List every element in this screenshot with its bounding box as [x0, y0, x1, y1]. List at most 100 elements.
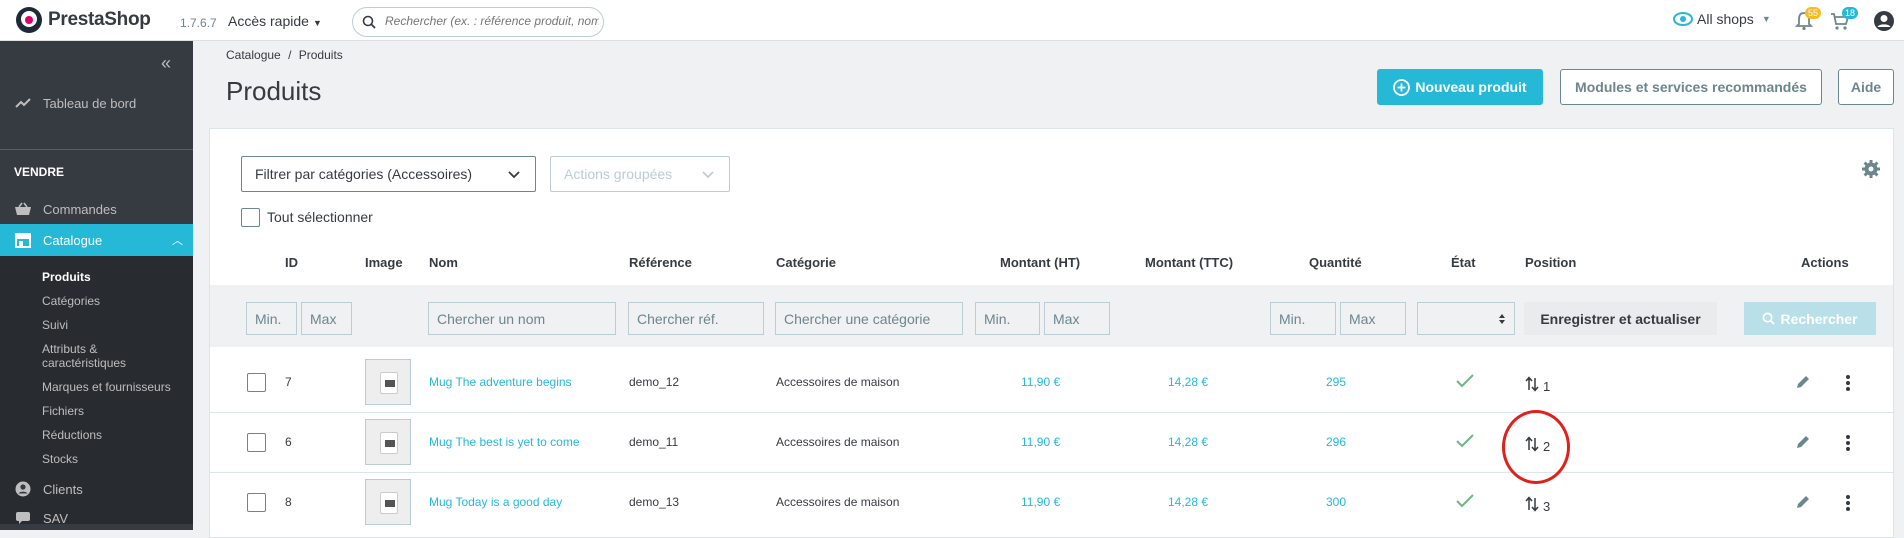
- chevron-down-icon: [508, 171, 520, 179]
- header-search[interactable]: [352, 7, 604, 37]
- product-name-link[interactable]: Mug The adventure begins: [429, 375, 572, 389]
- new-product-button[interactable]: Nouveau produit: [1377, 69, 1543, 105]
- bulk-actions-dropdown[interactable]: Actions groupées: [550, 156, 730, 192]
- column-header-price-ht[interactable]: Montant (HT): [1000, 255, 1080, 270]
- submenu-item-stocks[interactable]: Stocks: [42, 452, 78, 466]
- orders-count-badge: 55: [1805, 7, 1822, 19]
- position-value: 1: [1543, 379, 1551, 394]
- check-icon[interactable]: [1455, 493, 1475, 509]
- search-input[interactable]: [385, 14, 599, 28]
- column-header-category[interactable]: Catégorie: [776, 255, 836, 270]
- column-header-name[interactable]: Nom: [429, 255, 458, 270]
- edit-pencil-icon[interactable]: [1795, 494, 1811, 510]
- submenu-item-discounts[interactable]: Réductions: [42, 428, 102, 442]
- price-min-input[interactable]: Min.: [975, 302, 1040, 335]
- submenu-item-files[interactable]: Fichiers: [42, 404, 84, 418]
- submenu-item-products[interactable]: Produits: [42, 270, 91, 284]
- row-checkbox[interactable]: [247, 373, 266, 392]
- filter-row: Min. Max Chercher un nom Chercher réf. C…: [210, 285, 1893, 347]
- bulk-actions-label: Actions groupées: [564, 166, 673, 182]
- column-header-reference[interactable]: Référence: [629, 255, 692, 270]
- add-circle-icon: [1393, 78, 1411, 96]
- row-quantity[interactable]: 300: [1326, 495, 1346, 509]
- reference-filter-input[interactable]: Chercher réf.: [628, 302, 764, 335]
- store-icon: [14, 232, 32, 248]
- name-filter-input[interactable]: Chercher un nom: [428, 302, 616, 335]
- breadcrumb-products[interactable]: Produits: [299, 48, 343, 62]
- category-filter-input[interactable]: Chercher une catégorie: [775, 302, 963, 335]
- position-handle[interactable]: 3: [1525, 493, 1550, 514]
- id-min-input[interactable]: Min.: [246, 302, 297, 335]
- row-checkbox[interactable]: [247, 493, 266, 512]
- quantity-max-input[interactable]: Max: [1340, 302, 1406, 335]
- edit-pencil-icon[interactable]: [1795, 434, 1811, 450]
- id-max-input[interactable]: Max: [301, 302, 352, 335]
- shop-selector[interactable]: All shops ▼: [1673, 11, 1771, 27]
- submenu-item-monitoring[interactable]: Suivi: [42, 318, 68, 332]
- column-header-image: Image: [365, 255, 403, 270]
- gear-icon[interactable]: [1861, 159, 1881, 179]
- status-filter-select[interactable]: [1417, 302, 1515, 335]
- edit-pencil-icon[interactable]: [1795, 374, 1811, 390]
- quick-access-dropdown[interactable]: Accès rapide ▼: [228, 13, 322, 29]
- row-price-ht[interactable]: 11,90 €: [1021, 375, 1060, 389]
- search-button[interactable]: Rechercher: [1744, 302, 1876, 335]
- search-icon: [1763, 312, 1776, 325]
- submenu-item-attributes-line2[interactable]: caractéristiques: [42, 356, 126, 370]
- customers-notification[interactable]: 18: [1830, 7, 1859, 36]
- product-name-link[interactable]: Mug Today is a good day: [429, 495, 562, 509]
- collapse-sidebar-icon[interactable]: «: [161, 53, 171, 74]
- orders-notification[interactable]: 55: [1794, 7, 1822, 36]
- more-actions-icon[interactable]: [1845, 374, 1851, 392]
- breadcrumb-catalog[interactable]: Catalogue: [226, 48, 281, 62]
- save-and-refresh-button[interactable]: Enregistrer et actualiser: [1524, 302, 1717, 335]
- sidebar-item-dashboard[interactable]: Tableau de bord: [0, 88, 193, 118]
- submenu-item-categories[interactable]: Catégories: [42, 294, 100, 308]
- sidebar-item-customers[interactable]: Clients: [0, 474, 193, 504]
- row-price-ht[interactable]: 11,90 €: [1021, 495, 1060, 509]
- chevron-up-icon: ︿: [172, 235, 183, 247]
- drag-sort-icon: [1525, 375, 1539, 392]
- quantity-min-input[interactable]: Min.: [1270, 302, 1336, 335]
- position-handle[interactable]: 1: [1525, 373, 1550, 394]
- price-max-input[interactable]: Max: [1044, 302, 1110, 335]
- column-header-position[interactable]: Position: [1525, 255, 1576, 270]
- sidebar-item-label: Catalogue: [43, 232, 103, 248]
- check-icon[interactable]: [1455, 433, 1475, 449]
- new-product-label: Nouveau produit: [1415, 79, 1527, 95]
- select-all-checkbox[interactable]: [241, 208, 260, 227]
- recommended-modules-button[interactable]: Modules et services recommandés: [1560, 69, 1822, 105]
- prestashop-logo[interactable]: PrestaShop: [16, 7, 151, 33]
- row-id: 7: [285, 375, 292, 389]
- sidebar-item-orders[interactable]: Commandes: [0, 194, 193, 224]
- column-header-status[interactable]: État: [1451, 255, 1476, 270]
- product-name-link[interactable]: Mug The best is yet to come: [429, 435, 580, 449]
- row-price-ht[interactable]: 11,90 €: [1021, 435, 1060, 449]
- row-checkbox[interactable]: [247, 433, 266, 452]
- sidebar-item-label: Tableau de bord: [43, 95, 137, 111]
- row-quantity[interactable]: 296: [1326, 435, 1346, 449]
- sort-arrows-icon: [1499, 314, 1505, 324]
- row-price-ttc[interactable]: 14,28 €: [1168, 495, 1208, 509]
- row-price-ttc[interactable]: 14,28 €: [1168, 375, 1208, 389]
- submenu-item-brands[interactable]: Marques et fournisseurs: [42, 380, 171, 394]
- help-button[interactable]: Aide: [1838, 69, 1894, 105]
- breadcrumb-separator: /: [288, 48, 292, 62]
- submenu-item-attributes[interactable]: Attributs &: [42, 342, 97, 356]
- column-header-id[interactable]: ID: [285, 255, 298, 270]
- more-actions-icon[interactable]: [1845, 434, 1851, 452]
- check-icon[interactable]: [1455, 373, 1475, 389]
- caret-down-icon: ▼: [1761, 14, 1771, 24]
- sidebar-item-catalog[interactable]: Catalogue ︿: [0, 224, 193, 256]
- user-avatar[interactable]: [1873, 10, 1895, 37]
- row-price-ttc[interactable]: 14,28 €: [1168, 435, 1208, 449]
- sidebar-item-sav[interactable]: SAV: [0, 503, 193, 533]
- column-header-quantity[interactable]: Quantité: [1309, 255, 1362, 270]
- more-actions-icon[interactable]: [1845, 494, 1851, 512]
- caret-down-icon: ▼: [312, 18, 322, 28]
- select-all-label: Tout sélectionner: [267, 209, 373, 225]
- shop-selector-label: All shops: [1697, 11, 1754, 27]
- row-quantity[interactable]: 295: [1326, 375, 1346, 389]
- category-filter-dropdown[interactable]: Filtrer par catégories (Accessoires): [241, 156, 536, 192]
- row-category: Accessoires de maison: [776, 495, 900, 509]
